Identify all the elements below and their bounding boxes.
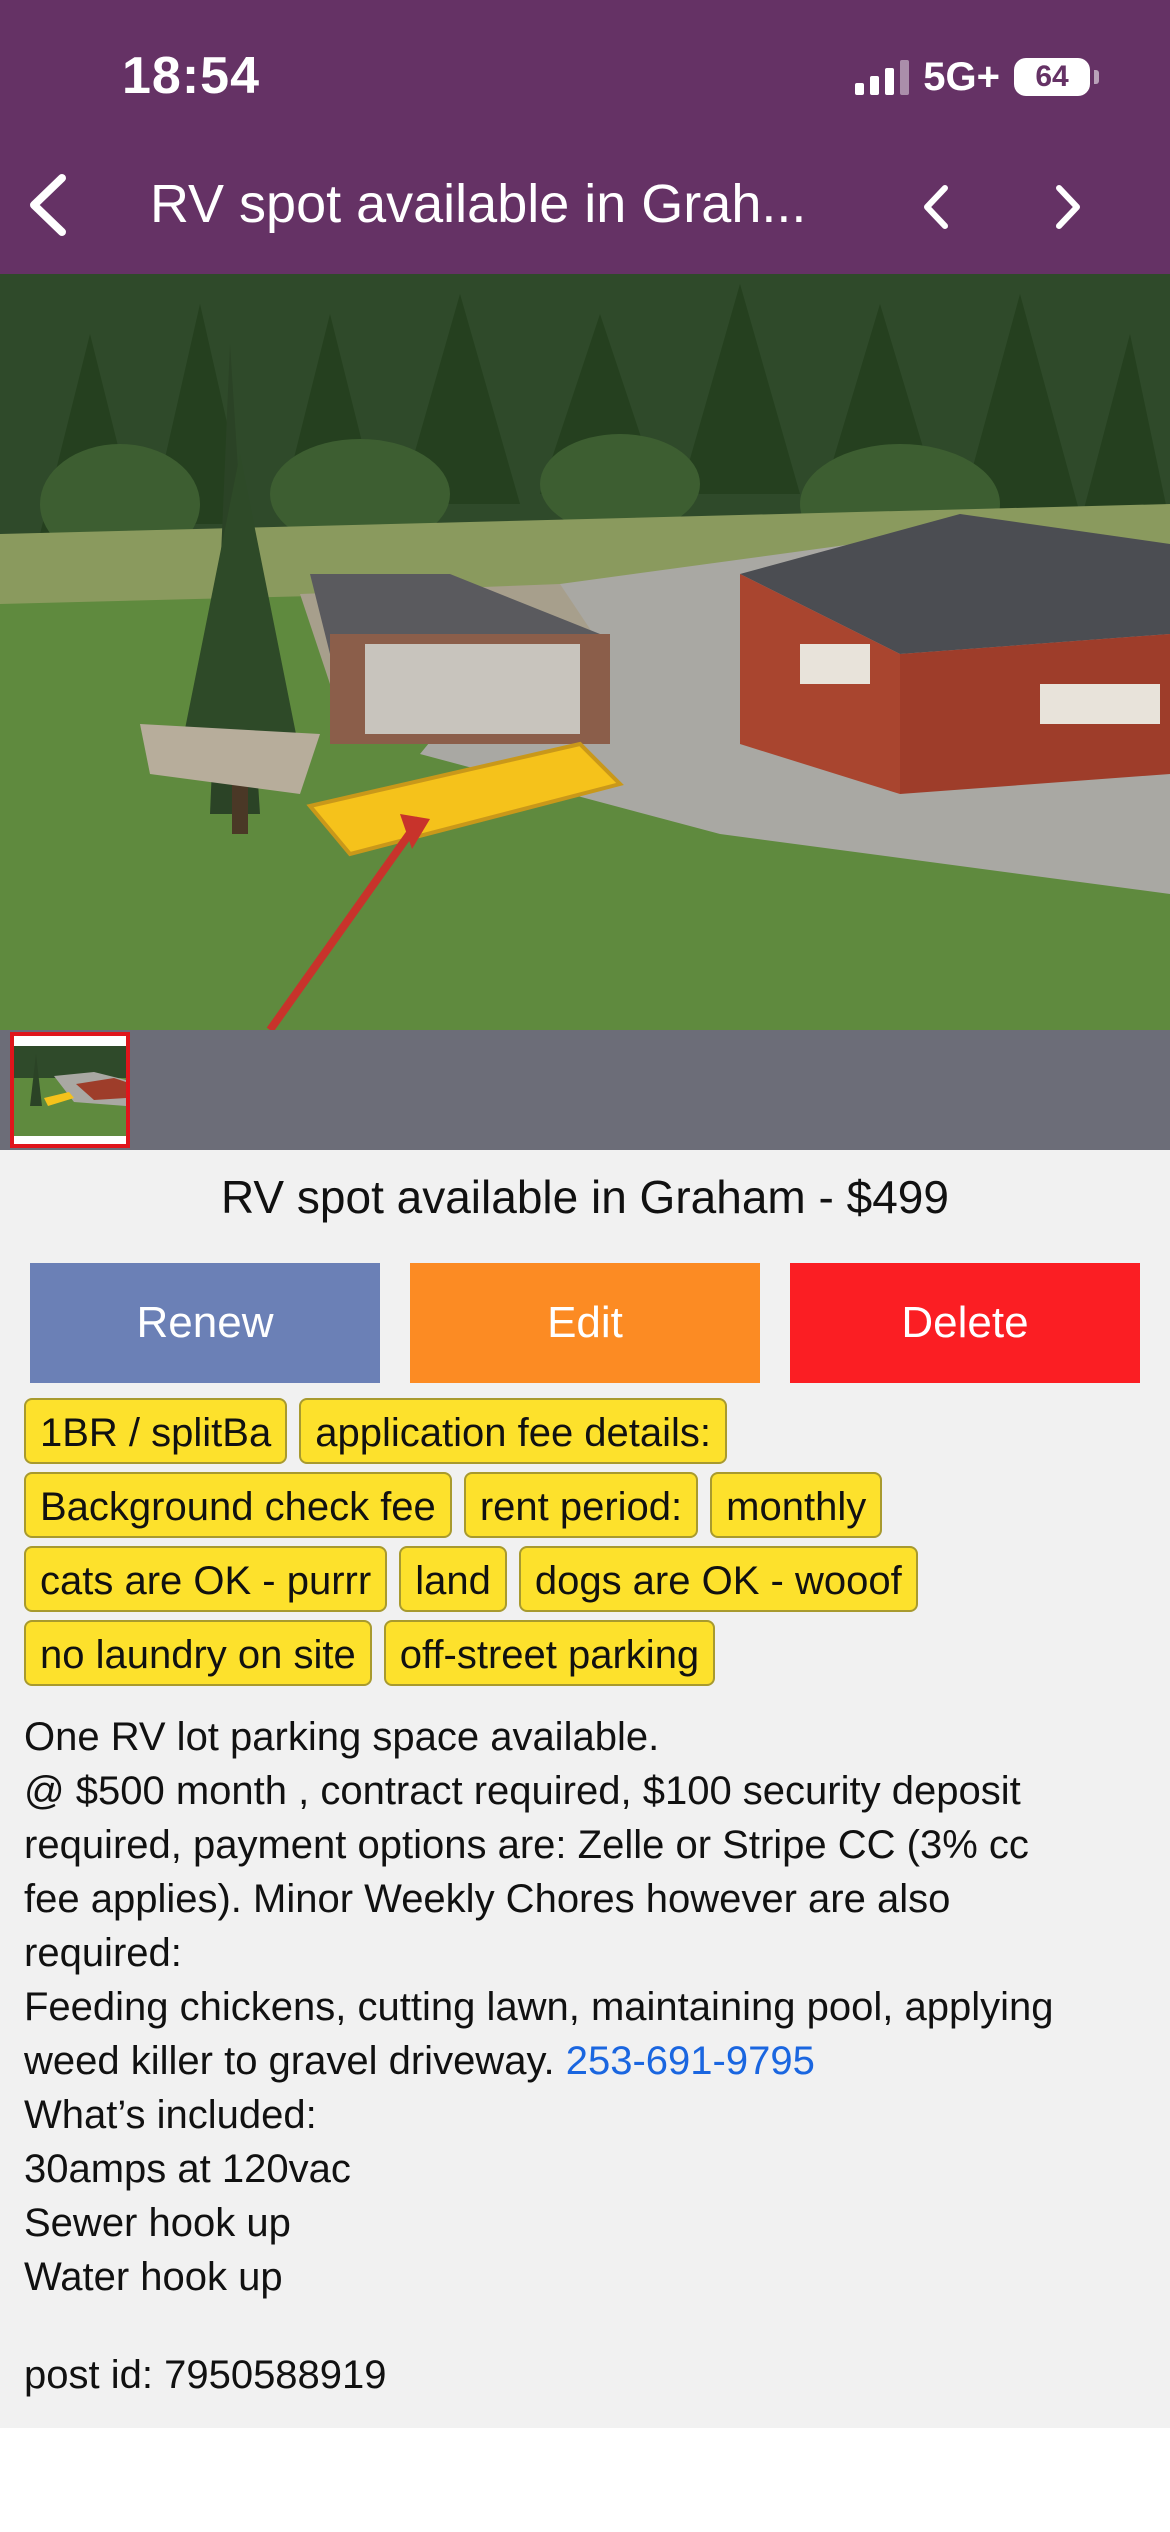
listing-title: RV spot available in Graham - $499	[221, 1171, 949, 1223]
renew-button[interactable]: Renew	[30, 1263, 380, 1383]
description-line: Sewer hook up	[24, 2201, 291, 2245]
description-line-with-phone: weed killer to gravel driveway. 253-691-…	[24, 2034, 1154, 2088]
description-line: @ $500 month , contract required, $100 s…	[24, 1769, 1021, 1813]
tag-parking: off-street parking	[383, 1620, 716, 1686]
description-line: fee applies). Minor Weekly Chores howeve…	[24, 1877, 951, 1921]
listing-description: One RV lot parking space available. @ $5…	[24, 1710, 1154, 2304]
tag-application-fee: application fee details:	[299, 1398, 728, 1464]
status-time: 18:54	[122, 47, 260, 105]
chevron-left-icon	[924, 185, 948, 229]
tag-bedrooms: 1BR / splitBa	[24, 1398, 288, 1464]
attribute-tags: 1BR / splitBa application fee details: B…	[24, 1398, 1154, 1686]
page-title: RV spot available in Grah...	[150, 174, 807, 234]
description-line: Feeding chickens, cutting lawn, maintain…	[24, 1985, 1054, 2029]
description-line: One RV lot parking space available.	[24, 1715, 660, 1759]
post-id: post id: 7950588919	[24, 2353, 387, 2397]
photo-thumbnail[interactable]	[10, 1032, 130, 1148]
back-button[interactable]	[22, 170, 78, 240]
next-listing-button[interactable]	[1045, 180, 1089, 234]
phone-link[interactable]: 253-691-9795	[566, 2039, 815, 2083]
edit-button[interactable]: Edit	[410, 1263, 760, 1383]
description-line: required:	[24, 1931, 182, 1975]
network-label: 5G+	[923, 54, 1000, 99]
tag-monthly: monthly	[710, 1472, 883, 1538]
tag-dogs-ok: dogs are OK - wooof	[518, 1546, 918, 1612]
tag-laundry: no laundry on site	[24, 1620, 372, 1686]
listing-details: RV spot available in Graham - $499 Renew…	[0, 1150, 1170, 2428]
description-line: required, payment options are: Zelle or …	[24, 1823, 1029, 1867]
tag-background-check: Background check fee	[24, 1472, 452, 1538]
tag-rent-period: rent period:	[463, 1472, 699, 1538]
battery-icon: 64	[1014, 58, 1099, 96]
description-line: What’s included:	[24, 2093, 317, 2137]
listing-photo[interactable]	[0, 274, 1170, 1030]
description-line: Water hook up	[24, 2255, 283, 2299]
delete-button[interactable]: Delete	[790, 1263, 1140, 1383]
previous-listing-button[interactable]	[915, 180, 959, 234]
chevron-right-icon	[1056, 185, 1080, 229]
description-text: weed killer to gravel driveway.	[24, 2039, 555, 2083]
thumbnail-strip	[0, 1030, 1170, 1150]
status-indicators: 5G+ 64	[855, 52, 1099, 102]
tag-land: land	[399, 1546, 507, 1612]
signal-icon	[855, 59, 910, 95]
tag-cats-ok: cats are OK - purrr	[24, 1546, 388, 1612]
description-line: 30amps at 120vac	[24, 2147, 351, 2191]
app-header: 18:54 5G+ 64 RV spot available in Grah..…	[0, 0, 1170, 274]
chevron-left-icon	[30, 174, 66, 236]
